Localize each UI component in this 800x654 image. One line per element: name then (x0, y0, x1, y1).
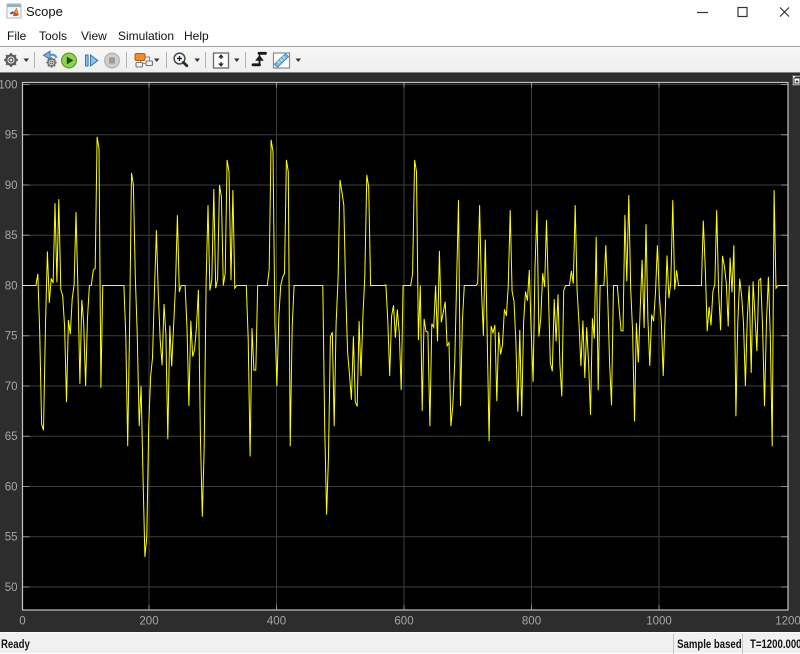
svg-text:100: 100 (0, 79, 18, 91)
svg-text:0: 0 (19, 616, 25, 628)
svg-text:55: 55 (5, 532, 18, 544)
svg-text:200: 200 (139, 616, 158, 628)
svg-text:85: 85 (5, 230, 18, 242)
svg-text:1200: 1200 (775, 616, 800, 628)
svg-text:70: 70 (5, 381, 18, 393)
svg-text:1000: 1000 (646, 616, 672, 628)
svg-text:60: 60 (5, 481, 18, 493)
svg-text:400: 400 (267, 616, 286, 628)
svg-text:800: 800 (522, 616, 541, 628)
svg-text:65: 65 (5, 431, 18, 443)
svg-text:600: 600 (394, 616, 413, 628)
svg-text:80: 80 (5, 280, 18, 292)
svg-text:95: 95 (5, 130, 18, 142)
svg-text:90: 90 (5, 180, 18, 192)
svg-text:50: 50 (5, 582, 18, 594)
svg-text:75: 75 (5, 331, 18, 343)
